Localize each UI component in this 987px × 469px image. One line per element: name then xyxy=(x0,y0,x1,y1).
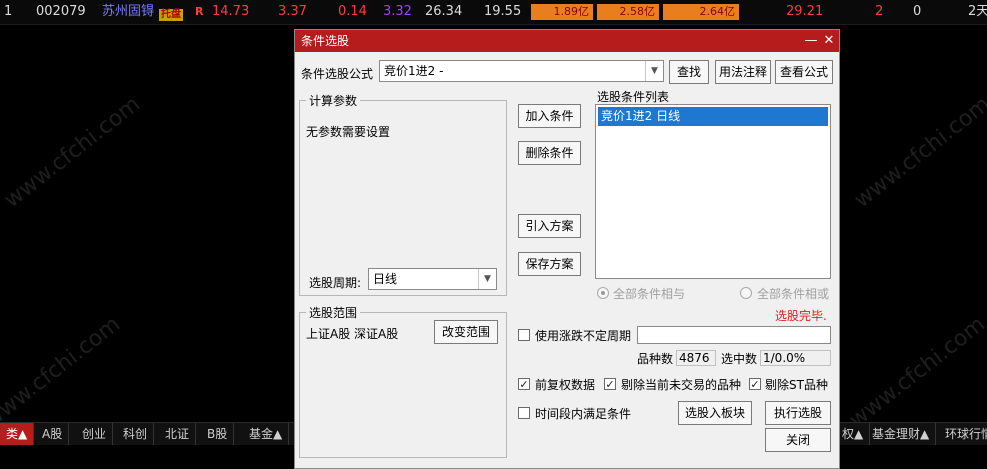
condition-list-title: 选股条件列表 xyxy=(597,90,670,104)
selected-label: 选中数 xyxy=(721,352,758,366)
radio-all-or-label: 全部条件相或 xyxy=(757,287,830,301)
save-plan-button[interactable]: 保存方案 xyxy=(518,252,581,276)
unfixed-period-label: 使用涨跌不定周期 xyxy=(535,329,632,343)
condition-picker-dialog: 条件选股 — ✕ 条件选股公式 竞价1进2 - ▼ 查找 用法注释 查看公式 计… xyxy=(294,29,840,469)
adjusted-data-checkbox[interactable]: ✓ xyxy=(518,378,530,390)
close-button[interactable]: 关闭 xyxy=(765,428,831,452)
count-value: 4876 xyxy=(676,350,716,366)
unfixed-period-checkbox[interactable] xyxy=(518,329,530,341)
value-9: 2天 xyxy=(968,4,987,19)
period-condition-label: 时间段内满足条件 xyxy=(535,407,632,421)
radio-all-or[interactable] xyxy=(740,287,752,299)
selected-value: 1/0.0% xyxy=(760,350,831,366)
stock-name: 苏州固锝 xyxy=(102,4,155,19)
tab-a-share[interactable]: A股 xyxy=(36,423,70,445)
status-text: 选股完毕. xyxy=(775,309,827,323)
delete-condition-button[interactable]: 删除条件 xyxy=(518,141,581,165)
value-6: 29.21 xyxy=(786,4,824,19)
exclude-st-checkbox[interactable]: ✓ xyxy=(749,378,761,390)
tab-chinext[interactable]: 创业 xyxy=(76,423,114,445)
params-group-title: 计算参数 xyxy=(306,92,361,109)
scope-group-title: 选股范围 xyxy=(306,304,361,321)
pe-value: 19.55 xyxy=(484,4,522,19)
exclude-st-label: 剔除ST品种 xyxy=(765,378,828,392)
minimize-icon[interactable]: — xyxy=(803,33,819,49)
value-8: 0 xyxy=(913,4,922,19)
scope-text: 上证A股 深证A股 xyxy=(306,327,399,341)
tab-category[interactable]: 类▲ xyxy=(0,423,35,445)
exclude-untraded-label: 剔除当前未交易的品种 xyxy=(621,378,742,392)
usage-notes-button[interactable]: 用法注释 xyxy=(715,60,771,84)
add-to-block-button[interactable]: 选股入板块 xyxy=(678,401,752,425)
change-scope-button[interactable]: 改变范围 xyxy=(434,320,498,344)
list-item[interactable]: 竞价1进2 日线 xyxy=(598,107,828,126)
period-label: 选股周期: xyxy=(309,276,362,290)
purple-value: 3.32 xyxy=(383,4,412,19)
scope-group: 选股范围 上证A股 深证A股 改变范围 xyxy=(299,304,507,458)
amount-box-1: 1.89亿 xyxy=(531,4,593,20)
period-value: 日线 xyxy=(373,272,398,286)
stock-code: 002079 xyxy=(36,4,86,19)
radio-all-and-label: 全部条件相与 xyxy=(613,287,686,301)
params-text: 无参数需要设置 xyxy=(306,125,391,139)
dialog-titlebar[interactable]: 条件选股 — ✕ xyxy=(295,30,839,52)
radio-all-and[interactable] xyxy=(597,287,609,299)
count-label: 品种数 xyxy=(637,352,674,366)
condition-list[interactable]: 竞价1进2 日线 xyxy=(595,104,831,279)
formula-value: 竞价1进2 - xyxy=(384,64,444,78)
unfixed-period-input[interactable] xyxy=(637,326,831,344)
close-icon[interactable]: ✕ xyxy=(821,33,837,49)
params-group: 计算参数 无参数需要设置 选股周期: 日线 ▼ xyxy=(299,92,507,296)
row-index: 1 xyxy=(4,4,13,19)
amount-box-3: 2.64亿 xyxy=(663,4,739,20)
value-7: 2 xyxy=(875,4,884,19)
exclude-untraded-checkbox[interactable]: ✓ xyxy=(604,378,616,390)
formula-label: 条件选股公式 xyxy=(301,67,374,81)
import-plan-button[interactable]: 引入方案 xyxy=(518,214,581,238)
tab-bse[interactable]: 北证 xyxy=(159,423,197,445)
period-condition-checkbox[interactable] xyxy=(518,407,530,419)
adjusted-data-label: 前复权数据 xyxy=(535,378,596,392)
execute-button[interactable]: 执行选股 xyxy=(765,401,831,425)
hold-badge: 托盘 xyxy=(159,9,183,21)
margin-flag: R xyxy=(195,5,204,18)
tab-b-share[interactable]: B股 xyxy=(201,423,235,445)
tab-global[interactable]: 环球行情 xyxy=(939,423,987,445)
chevron-down-icon[interactable]: ▼ xyxy=(478,269,496,289)
chevron-down-icon[interactable]: ▼ xyxy=(645,61,663,81)
tab-fund[interactable]: 基金▲ xyxy=(243,423,290,445)
amount-box-2: 2.58亿 xyxy=(597,4,659,20)
change-value: 3.37 xyxy=(278,4,307,19)
watermark: www.cfchi.com xyxy=(844,311,987,434)
watermark: www.cfchi.com xyxy=(849,91,987,214)
view-formula-button[interactable]: 查看公式 xyxy=(775,60,833,84)
stock-row[interactable]: 1 002079 苏州固锝 托盘 R 14.73 3.37 0.14 3.32 … xyxy=(0,0,987,25)
tab-fund-finance[interactable]: 基金理财▲ xyxy=(866,423,937,445)
period-select[interactable]: 日线 ▼ xyxy=(368,268,497,290)
watermark: www.cfchi.com xyxy=(0,311,126,434)
speed-value: 0.14 xyxy=(338,4,367,19)
add-condition-button[interactable]: 加入条件 xyxy=(518,104,581,128)
turnover-value: 26.34 xyxy=(425,4,463,19)
tab-star[interactable]: 科创 xyxy=(117,423,155,445)
dialog-title: 条件选股 xyxy=(301,34,350,48)
price: 14.73 xyxy=(212,4,250,19)
formula-select[interactable]: 竞价1进2 - ▼ xyxy=(379,60,664,82)
find-button[interactable]: 查找 xyxy=(669,60,709,84)
watermark: www.cfchi.com xyxy=(0,91,146,214)
